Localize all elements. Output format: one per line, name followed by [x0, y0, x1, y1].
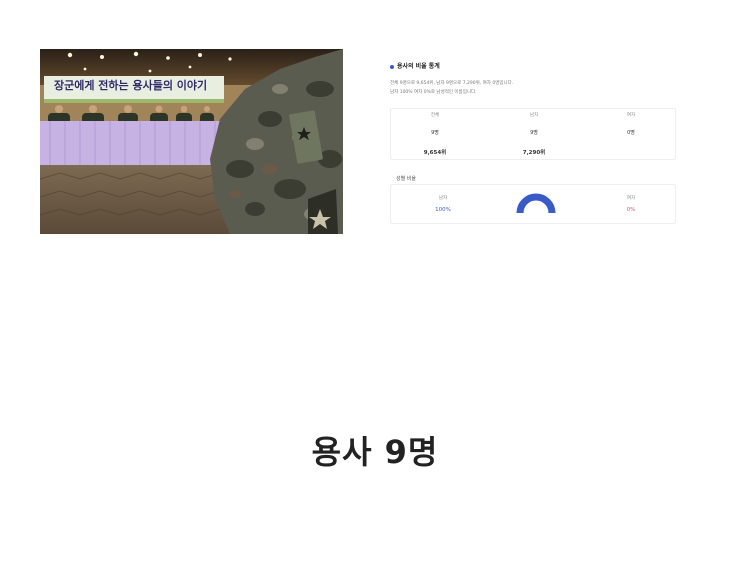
caption-text: 용사 9명: [311, 433, 439, 471]
gender-male: 남자 100%: [413, 195, 473, 213]
gender-ratio-card: 남자 100% 여자 0%: [390, 184, 676, 224]
col-count: 0명: [627, 130, 635, 136]
stats-title-text: 용사의 비율 통계: [397, 63, 440, 70]
female-label: 여자: [626, 196, 636, 201]
stats-col-male: 남자 9명 7,290위: [504, 112, 564, 156]
female-percent: 0%: [626, 207, 636, 213]
donut-male-arc: [516, 193, 556, 214]
col-count: 9명: [530, 130, 538, 136]
gender-section-label: 성별 비율: [396, 176, 416, 182]
bullet-dot-icon: [390, 64, 394, 69]
stats-table-card: 전체 9명 9,654위 남자 9명 7,290위 여자 0명: [390, 108, 676, 160]
male-percent: 100%: [435, 207, 451, 213]
col-header: 남자: [529, 113, 539, 118]
name-stats-panel: 용사의 비율 통계 전체 9명으로 9,654위, 남자 9명으로 7,290위…: [386, 58, 678, 236]
male-label: 남자: [438, 196, 448, 201]
stats-summary-line1: 전체 9명으로 9,654위, 남자 9명으로 7,290위, 여자 0명입니다…: [390, 81, 514, 86]
col-count: 9명: [431, 130, 439, 136]
gender-female: 여자 0%: [601, 195, 661, 213]
stats-summary-line2: 남자 100% 여자 0%로 남성적인 이름입니다.: [390, 90, 477, 95]
stats-col-female: 여자 0명: [601, 112, 661, 148]
gender-donut-chart: [516, 193, 556, 214]
col-header: 전체: [430, 113, 440, 118]
banner-text: 장군에게 전하는 용사들의 이야기: [54, 79, 208, 92]
stats-title: 용사의 비율 통계: [390, 61, 440, 70]
stats-col-total: 전체 9명 9,654위: [405, 112, 465, 156]
col-rank: 9,654위: [423, 150, 447, 156]
news-photo: 장군에게 전하는 용사들의 이야기: [40, 49, 343, 234]
col-rank: 7,290위: [522, 150, 546, 156]
col-header: 여자: [626, 113, 636, 118]
